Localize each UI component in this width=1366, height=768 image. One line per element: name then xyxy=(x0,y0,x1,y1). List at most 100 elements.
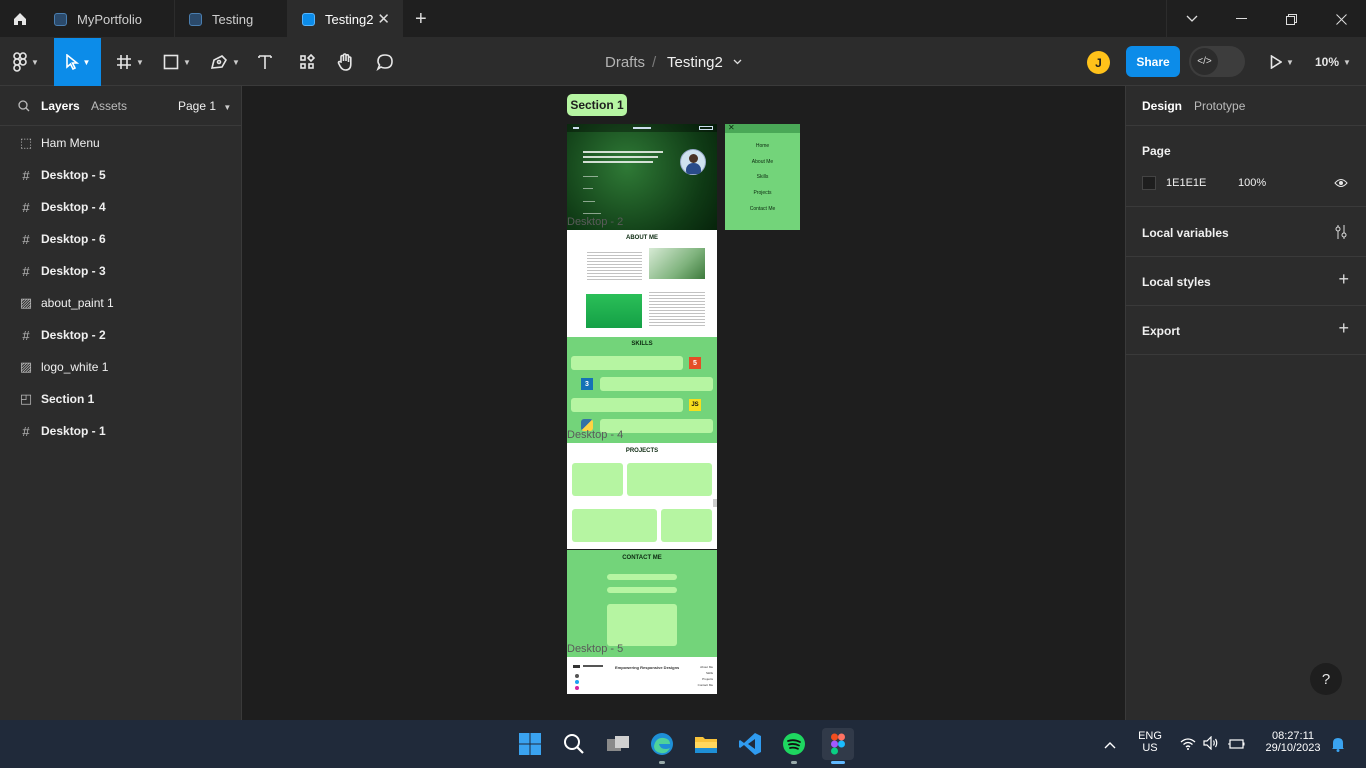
export-label: Export xyxy=(1142,324,1181,338)
main-menu-button[interactable]: ▼ xyxy=(6,38,46,86)
page-opacity-value[interactable]: 100% xyxy=(1238,177,1266,189)
canvas[interactable]: Section 1 ✕ Home About Me Skills Project… xyxy=(242,86,1125,720)
layer-desktop-3[interactable]: # Desktop - 3 xyxy=(0,255,241,287)
start-button[interactable] xyxy=(514,728,546,760)
help-button[interactable]: ? xyxy=(1310,663,1342,695)
ham-menu-frame[interactable]: ✕ Home About Me Skills Projects Contact … xyxy=(725,123,800,230)
twitter-icon xyxy=(575,680,579,684)
layer-label: Desktop - 1 xyxy=(41,424,106,438)
page-color-swatch[interactable] xyxy=(1142,176,1156,190)
comment-tool-button[interactable] xyxy=(372,38,398,86)
tab-layers[interactable]: Layers xyxy=(41,99,80,113)
layer-ham-menu[interactable]: ⬚ Ham Menu xyxy=(0,127,241,159)
share-button[interactable]: Share xyxy=(1126,46,1180,77)
frame-hash-icon: # xyxy=(22,167,30,183)
hero-text-line xyxy=(583,161,653,163)
search-icon[interactable] xyxy=(18,100,30,112)
footer-link: Projects xyxy=(702,677,713,681)
frame-label-desktop-4[interactable]: Desktop - 4 xyxy=(567,429,623,441)
minimize-button[interactable] xyxy=(1216,0,1266,38)
layer-desktop-5[interactable]: # Desktop - 5 xyxy=(0,159,241,191)
spotify-app[interactable] xyxy=(778,728,810,764)
close-window-button[interactable] xyxy=(1316,0,1366,38)
present-button[interactable]: ▼ xyxy=(1262,38,1302,86)
task-view-button[interactable] xyxy=(602,728,634,760)
layer-desktop-6[interactable]: # Desktop - 6 xyxy=(0,223,241,255)
local-styles-section[interactable]: Local styles + xyxy=(1126,257,1366,306)
tab-assets[interactable]: Assets xyxy=(91,99,127,113)
tab-testing[interactable]: Testing xyxy=(175,0,288,38)
scrollbar-thumb xyxy=(713,499,717,507)
local-variables-section[interactable]: Local variables xyxy=(1126,208,1366,257)
notifications-bell-icon[interactable] xyxy=(1331,736,1345,757)
edge-app[interactable] xyxy=(646,728,678,764)
contact-frame[interactable]: CONTACT ME xyxy=(567,550,717,657)
move-tool-button[interactable]: ▼ xyxy=(54,38,101,86)
running-indicator xyxy=(659,761,665,764)
title-bar: MyPortfolio Testing Testing2 ✕ + xyxy=(0,0,1366,38)
frame-label-desktop-2[interactable]: Desktop - 2 xyxy=(567,216,623,228)
frame-tool-button[interactable]: ▼ xyxy=(110,38,150,86)
pen-icon xyxy=(210,55,228,69)
section-label[interactable]: Section 1 xyxy=(567,94,627,116)
clock[interactable]: 08:27:11 29/10/2023 xyxy=(1258,730,1328,754)
shape-tool-button[interactable]: ▼ xyxy=(157,38,197,86)
frame-label-desktop-5[interactable]: Desktop - 5 xyxy=(567,643,623,655)
battery-icon[interactable] xyxy=(1227,737,1245,755)
projects-frame[interactable]: PROJECTS xyxy=(567,443,717,549)
zoom-menu[interactable]: 10% ▼ xyxy=(1315,38,1351,86)
file-name[interactable]: Testing2 xyxy=(667,38,723,86)
layer-desktop-4[interactable]: # Desktop - 4 xyxy=(0,191,241,223)
about-frame[interactable]: ABOUT ME xyxy=(567,230,717,337)
language-indicator[interactable]: ENG US xyxy=(1136,730,1164,754)
dev-mode-toggle[interactable]: </> xyxy=(1189,46,1245,77)
footer-frame[interactable]: Empowering Responsive Designs About Me S… xyxy=(567,657,717,694)
figma-logo-icon xyxy=(831,733,845,755)
javascript-icon: JS xyxy=(689,399,701,411)
layer-desktop-1[interactable]: # Desktop - 1 xyxy=(0,415,241,447)
home-button[interactable] xyxy=(0,0,40,38)
avatar[interactable]: J xyxy=(1087,51,1110,74)
vscode-app[interactable] xyxy=(734,728,766,760)
file-menu-chevron[interactable] xyxy=(733,38,742,86)
frame-hash-icon: # xyxy=(22,199,30,215)
chevron-down-icon: ▼ xyxy=(1286,57,1294,67)
layer-about-paint[interactable]: ▨ about_paint 1 xyxy=(0,287,241,319)
eye-icon[interactable] xyxy=(1334,178,1348,188)
add-icon[interactable]: + xyxy=(1338,269,1349,290)
variables-sliders-icon[interactable] xyxy=(1334,224,1348,240)
about-paint-image xyxy=(586,294,642,328)
show-hidden-icons-button[interactable] xyxy=(1104,736,1116,754)
add-icon[interactable]: + xyxy=(1338,318,1349,339)
skills-frame[interactable]: SKILLS 5 3 JS xyxy=(567,337,717,443)
layer-label: logo_white 1 xyxy=(41,360,109,374)
breadcrumb-drafts[interactable]: Drafts xyxy=(605,38,645,86)
page-color-value[interactable]: 1E1E1E xyxy=(1166,177,1206,189)
new-tab-button[interactable]: + xyxy=(415,8,427,31)
layer-logo-white[interactable]: ▨ logo_white 1 xyxy=(0,351,241,383)
resources-button[interactable] xyxy=(294,38,320,86)
profile-body xyxy=(686,163,701,174)
search-button[interactable] xyxy=(558,728,590,760)
hand-tool-button[interactable] xyxy=(332,38,358,86)
restore-button[interactable] xyxy=(1266,0,1316,38)
tab-myportfolio[interactable]: MyPortfolio xyxy=(40,0,175,38)
volume-icon[interactable] xyxy=(1203,735,1219,755)
tab-prototype[interactable]: Prototype xyxy=(1194,99,1245,113)
tab-design[interactable]: Design xyxy=(1142,99,1182,113)
pen-tool-button[interactable]: ▼ xyxy=(205,38,245,86)
wifi-icon[interactable] xyxy=(1180,737,1196,755)
tab-testing2[interactable]: Testing2 ✕ xyxy=(288,0,403,38)
tabs-dropdown-button[interactable] xyxy=(1166,0,1216,38)
hero-link-line xyxy=(583,201,595,202)
hero-frame[interactable] xyxy=(567,124,717,230)
file-explorer-app[interactable] xyxy=(690,728,722,760)
text-tool-button[interactable] xyxy=(252,38,278,86)
page-selector[interactable]: Page 1 ▼ xyxy=(178,99,231,113)
export-section[interactable]: Export + xyxy=(1126,306,1366,355)
components-icon xyxy=(300,54,315,69)
layer-desktop-2[interactable]: # Desktop - 2 xyxy=(0,319,241,351)
figma-app[interactable] xyxy=(822,728,854,764)
layer-section-1[interactable]: ◰ Section 1 xyxy=(0,383,241,415)
close-tab-icon[interactable]: ✕ xyxy=(377,10,390,28)
